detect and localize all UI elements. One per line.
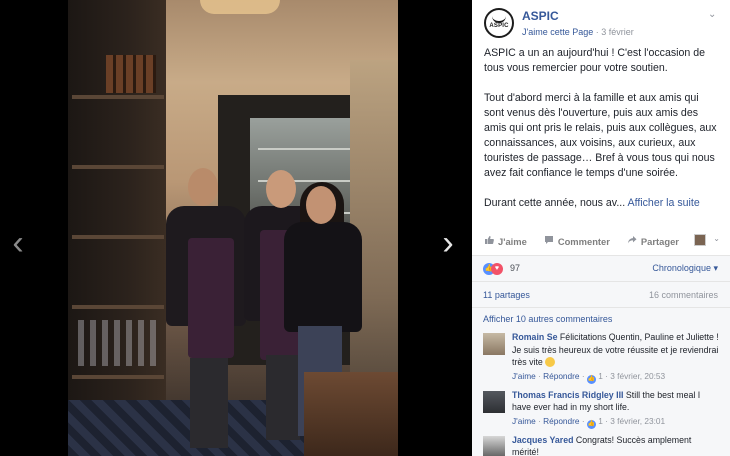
comment-author[interactable]: Romain Se xyxy=(512,332,557,342)
comment-button[interactable]: Commenter xyxy=(544,235,610,248)
see-more-link[interactable]: Afficher la suite xyxy=(628,197,700,209)
post-actions-bar: J'aime Commenter Partager ⌄ xyxy=(472,230,730,253)
comment-text: Jacques Yared Congrats! Succès amplement… xyxy=(512,434,720,456)
comment-item: Thomas Francis Ridgley III Still the bes… xyxy=(472,389,730,429)
post-side-panel: ASPIC ASPIC J'aime cette Page · 3 févrie… xyxy=(472,0,730,456)
post-paragraph: ASPIC a un an aujourd'hui ! C'est l'occa… xyxy=(484,47,706,74)
reactions-row: 👍 ♥ 97 Chronologique ▾ xyxy=(472,256,730,282)
comment-button-label: Commenter xyxy=(557,236,610,247)
comment-like-count[interactable]: 1 xyxy=(598,371,603,381)
comment-reply-link[interactable]: Répondre xyxy=(543,371,579,381)
post-meta: J'aime cette Page · 3 février xyxy=(522,27,634,37)
photo-stage: ‹ › xyxy=(0,0,472,456)
page-name-link[interactable]: ASPIC xyxy=(522,9,559,23)
post-header: ASPIC ASPIC J'aime cette Page · 3 févrie… xyxy=(472,0,730,46)
comment-meta: J'aime · Répondre · 👍 1 · 3 février, 20:… xyxy=(512,370,666,384)
comment-meta: J'aime · Répondre · 👍 1 · 3 février, 23:… xyxy=(512,415,666,429)
like-button[interactable]: J'aime xyxy=(484,235,527,248)
comment-text: Thomas Francis Ridgley III Still the bes… xyxy=(512,389,720,414)
post-truncated-paragraph: Durant cette année, nous av... Afficher … xyxy=(484,196,718,211)
love-reaction-icon: ♥ xyxy=(491,263,503,275)
comment-time[interactable]: 3 février, 20:53 xyxy=(610,371,665,381)
comment-like-count[interactable]: 1 xyxy=(598,416,603,426)
commenter-avatar[interactable] xyxy=(483,390,505,413)
comment-like-link[interactable]: J'aime xyxy=(512,416,536,426)
comment-reply-link[interactable]: Répondre xyxy=(543,416,579,426)
speech-bubble-icon xyxy=(544,235,554,248)
photo-table xyxy=(304,372,398,456)
meta-separator: · xyxy=(595,27,599,37)
like-button-label: J'aime xyxy=(498,236,527,247)
comment-sort-dropdown[interactable]: Chronologique ▾ xyxy=(652,263,718,274)
post-date[interactable]: 3 février xyxy=(601,27,634,37)
shares-count-link[interactable]: 11 partages xyxy=(483,290,530,300)
view-more-comments-link[interactable]: Afficher 10 autres commentaires xyxy=(472,308,730,326)
comment-author[interactable]: Thomas Francis Ridgley III xyxy=(512,390,623,400)
page-avatar[interactable]: ASPIC xyxy=(484,8,514,38)
share-button-label: Partager xyxy=(640,236,679,247)
comments-count-link[interactable]: 16 commentaires xyxy=(649,290,718,300)
commenter-avatar[interactable] xyxy=(483,333,505,355)
commenter-avatar[interactable] xyxy=(483,435,505,456)
avatar-logo-text: ASPIC xyxy=(489,23,509,29)
reactions-count[interactable]: 97 xyxy=(510,263,520,273)
post-paragraph: Tout d'abord merci à la famille et aux a… xyxy=(484,92,717,179)
next-photo-button[interactable]: › xyxy=(436,223,460,263)
comment-time[interactable]: 3 février, 23:01 xyxy=(610,416,665,426)
viewer-chevron-icon[interactable]: ⌄ xyxy=(713,234,720,243)
like-page-link[interactable]: J'aime cette Page xyxy=(522,27,593,37)
photo-lamp xyxy=(200,0,280,14)
photo-person-1 xyxy=(166,168,246,448)
comment-item: Romain Se Félicitations Quentin, Pauline… xyxy=(472,331,730,384)
viewer-avatar[interactable] xyxy=(694,234,706,246)
post-options-chevron-icon[interactable]: ⌄ xyxy=(708,9,718,20)
comment-text: Romain Se Félicitations Quentin, Pauline… xyxy=(512,331,720,369)
thumbs-up-icon xyxy=(484,235,494,248)
comment-item: Jacques Yared Congrats! Succès amplement… xyxy=(472,434,730,456)
share-button[interactable]: Partager xyxy=(627,235,679,248)
share-arrow-icon xyxy=(627,235,637,248)
previous-photo-button[interactable]: ‹ xyxy=(6,223,30,263)
post-photo[interactable] xyxy=(68,0,398,456)
post-text: ASPIC a un an aujourd'hui ! C'est l'occa… xyxy=(472,46,730,211)
post-truncated-text: Durant cette année, nous av... xyxy=(484,197,626,209)
comment-author[interactable]: Jacques Yared xyxy=(512,435,573,445)
comment-like-count-icon: 👍 xyxy=(586,374,596,384)
counts-row: 11 partages 16 commentaires xyxy=(472,282,730,308)
aspic-logo-icon xyxy=(492,13,506,23)
post-feedback-section: 👍 ♥ 97 Chronologique ▾ 11 partages 16 co… xyxy=(472,255,730,456)
comment-like-count-icon: 👍 xyxy=(586,419,596,429)
smile-emoji-icon xyxy=(545,357,556,367)
photo-glasses xyxy=(78,320,162,366)
comment-like-link[interactable]: J'aime xyxy=(512,371,536,381)
sort-label: Chronologique xyxy=(652,263,711,273)
photo-bottles xyxy=(106,55,156,93)
sort-chevron-icon: ▾ xyxy=(713,263,718,273)
